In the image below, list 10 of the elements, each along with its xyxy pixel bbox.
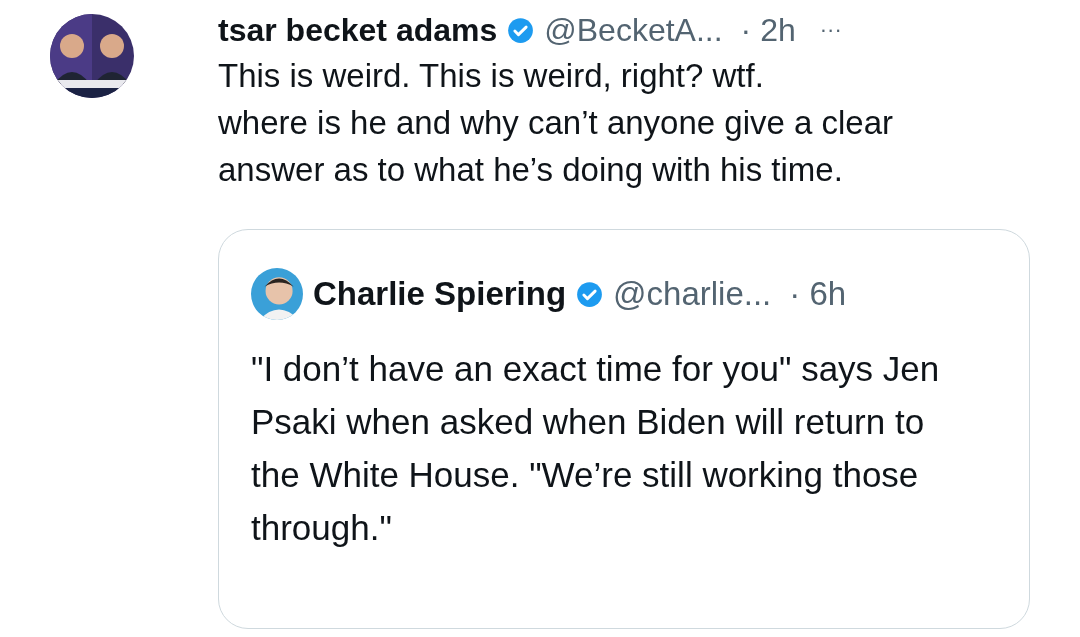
author-handle[interactable]: @BecketA... (544, 11, 723, 49)
quoted-author-name[interactable]: Charlie Spiering (313, 275, 567, 313)
quoted-timestamp[interactable]: · 6h (789, 275, 847, 313)
quoted-author-handle[interactable]: @charlie... (613, 275, 772, 313)
more-button[interactable]: ··· (819, 17, 842, 43)
quoted-tweet-text: "I don’t have an exact time for you" says Jen Psaki when asked when Biden will return to the White House. "We’re still working those through." (251, 348, 941, 549)
timestamp[interactable]: · 2h (740, 11, 796, 49)
quote-card[interactable]: Charlie Spiering @charlie... · 6h "I don’t have an exact time for you" says Jen Psaki when asked when Biden will return to the White House. "We’re still working those through." (218, 229, 1030, 629)
author-name[interactable]: tsar becket adams (218, 11, 498, 49)
tweet-text: This is weird. This is weird, right? wtf. where is he and why can’t anyone give a clear answer as to what he’s doing with his time. (218, 56, 895, 190)
